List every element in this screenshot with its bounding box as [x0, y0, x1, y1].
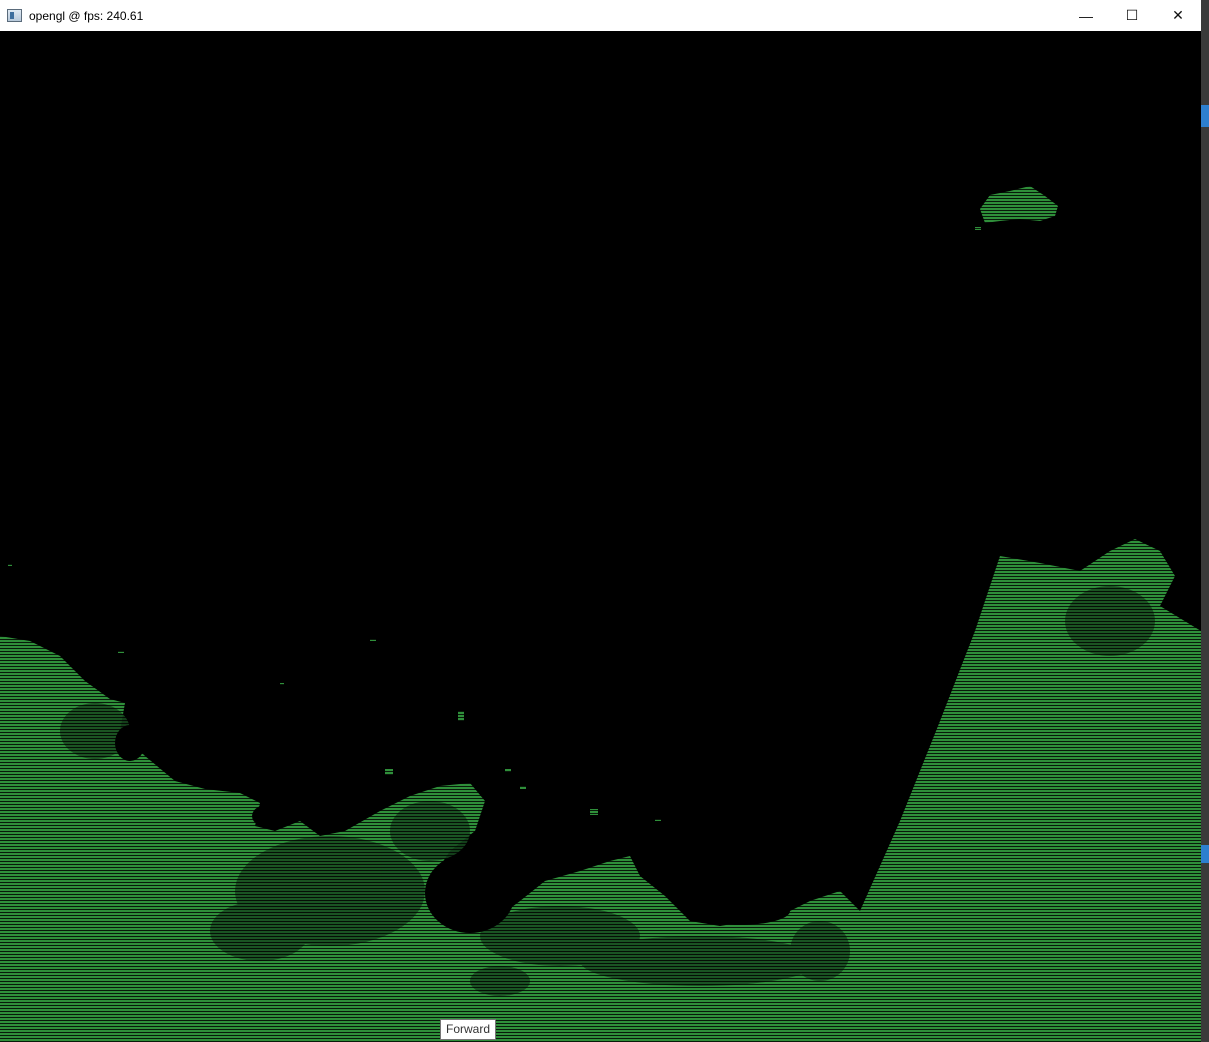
window-title: opengl @ fps: 240.61: [29, 8, 144, 23]
background-desktop-edge: [1201, 0, 1209, 1042]
terrain-render: [0, 31, 1201, 1042]
close-button[interactable]: ✕: [1155, 0, 1201, 31]
caption-buttons: — ☐ ✕: [1063, 0, 1201, 31]
window-app-icon[interactable]: [7, 9, 22, 22]
forward-tooltip: Forward: [440, 1019, 497, 1040]
opengl-viewport[interactable]: Forward: [0, 31, 1201, 1042]
maximize-button[interactable]: ☐: [1109, 0, 1155, 31]
side-accent-bottom: [1201, 845, 1209, 863]
app-window: opengl @ fps: 240.61 — ☐ ✕ Forward: [0, 0, 1201, 1042]
minimize-button[interactable]: —: [1063, 0, 1109, 31]
side-accent-top: [1201, 105, 1209, 127]
title-bar[interactable]: opengl @ fps: 240.61 — ☐ ✕: [0, 0, 1201, 32]
